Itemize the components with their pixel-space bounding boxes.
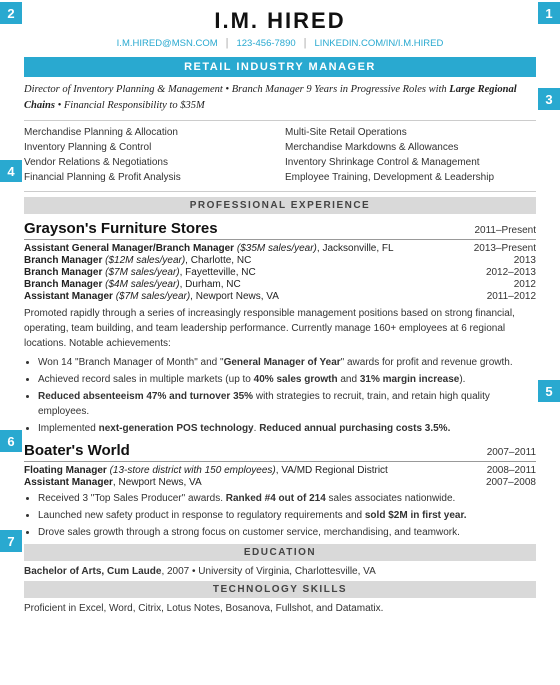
experience-section-header: PROFESSIONAL EXPERIENCE [24, 197, 536, 214]
role-title-bm2: Branch Manager ($7M sales/year), Fayette… [24, 267, 478, 278]
boaters-bullets: Received 3 "Top Sales Producer" awards. … [38, 491, 536, 540]
role-date-bm3: 2012 [514, 279, 536, 290]
role-row-agm: Assistant General Manager/Branch Manager… [24, 243, 536, 254]
side-label-7: 7 [0, 530, 22, 552]
technology-content: Proficient in Excel, Word, Citrix, Lotus… [24, 603, 536, 614]
skill-5: Vendor Relations & Negotiations [24, 156, 275, 170]
graysons-description: Promoted rapidly through a series of inc… [24, 306, 536, 351]
linkedin-link[interactable]: LINKEDIN.COM/IN/I.M.HIRED [315, 38, 444, 49]
role-title-bm3: Branch Manager ($4M sales/year), Durham,… [24, 279, 506, 290]
boaters-dates: 2007–2011 [487, 447, 536, 458]
technology-section-header: TECHNOLOGY SKILLS [24, 581, 536, 598]
bullet-g2: Achieved record sales in multiple market… [38, 372, 536, 387]
role-row-bm3: Branch Manager ($4M sales/year), Durham,… [24, 279, 536, 290]
role-date-bm2: 2012–2013 [486, 267, 536, 278]
role-title-bm1: Branch Manager ($12M sales/year), Charlo… [24, 255, 506, 266]
skill-3: Inventory Planning & Control [24, 141, 275, 155]
role-row-fm: Floating Manager (13-store district with… [24, 465, 536, 476]
job-title-bar: RETAIL INDUSTRY MANAGER [24, 57, 536, 77]
summary-section: Director of Inventory Planning & Managem… [24, 82, 536, 121]
role-row-bm2: Branch Manager ($7M sales/year), Fayette… [24, 267, 536, 278]
bullet-g3: Reduced absenteeism 47% and turnover 35%… [38, 389, 536, 419]
bullet-b2: Launched new safety product in response … [38, 508, 536, 523]
side-label-6: 6 [0, 430, 22, 452]
role-title-agm: Assistant General Manager/Branch Manager… [24, 243, 466, 254]
skill-7: Financial Planning & Profit Analysis [24, 171, 275, 185]
graysons-name: Grayson's Furniture Stores [24, 220, 218, 237]
boaters-header: Boater's World 2007–2011 [24, 442, 536, 462]
role-date-agm: 2013–Present [474, 243, 536, 254]
side-label-5: 5 [538, 380, 560, 402]
role-title-fm: Floating Manager (13-store district with… [24, 465, 479, 476]
role-title-am2: Assistant Manager, Newport News, VA [24, 477, 478, 488]
skill-8: Employee Training, Development & Leaders… [285, 171, 536, 185]
role-row-am1: Assistant Manager ($7M sales/year), Newp… [24, 291, 536, 302]
header-section: I.M. HIRED I.M.HIRED@MSN.COM | 123-456-7… [0, 0, 560, 53]
bullet-b3: Drove sales growth through a strong focu… [38, 525, 536, 540]
role-date-am2: 2007–2008 [486, 477, 536, 488]
boaters-name: Boater's World [24, 442, 130, 459]
bullet-g1: Won 14 "Branch Manager of Month" and "Ge… [38, 355, 536, 370]
contact-info: I.M.HIRED@MSN.COM | 123-456-7890 | LINKE… [24, 37, 536, 49]
skills-section: Merchandise Planning & Allocation Multi-… [24, 126, 536, 192]
role-date-fm: 2008–2011 [487, 465, 536, 476]
resume-container: 2 1 3 4 5 6 7 I.M. HIRED I.M.HIRED@MSN.C… [0, 0, 560, 614]
skill-6: Inventory Shrinkage Control & Management [285, 156, 536, 170]
sep-1: | [226, 37, 229, 49]
skill-2: Multi-Site Retail Operations [285, 126, 536, 140]
role-title-am1: Assistant Manager ($7M sales/year), Newp… [24, 291, 479, 302]
graysons-bullets: Won 14 "Branch Manager of Month" and "Ge… [38, 355, 536, 436]
company-boaters: Boater's World 2007–2011 Floating Manage… [24, 442, 536, 540]
side-label-1: 1 [538, 2, 560, 24]
side-label-2: 2 [0, 2, 22, 24]
phone-number: 123-456-7890 [236, 38, 295, 49]
education-section-header: EDUCATION [24, 544, 536, 561]
skill-4: Merchandise Markdowns & Allowances [285, 141, 536, 155]
email-link[interactable]: I.M.HIRED@MSN.COM [117, 38, 218, 49]
side-label-4: 4 [0, 160, 22, 182]
education-content: Bachelor of Arts, Cum Laude, 2007 • Univ… [24, 566, 536, 577]
sep-2: | [304, 37, 307, 49]
degree-text: Bachelor of Arts, Cum Laude, 2007 • Univ… [24, 566, 376, 577]
technology-text: Proficient in Excel, Word, Citrix, Lotus… [24, 603, 383, 614]
role-row-bm1: Branch Manager ($12M sales/year), Charlo… [24, 255, 536, 266]
graysons-header: Grayson's Furniture Stores 2011–Present [24, 220, 536, 240]
side-label-3: 3 [538, 88, 560, 110]
candidate-name: I.M. HIRED [24, 8, 536, 34]
company-graysons: Grayson's Furniture Stores 2011–Present … [24, 220, 536, 436]
role-date-am1: 2011–2012 [487, 291, 536, 302]
bullet-g4: Implemented next-generation POS technolo… [38, 421, 536, 436]
skill-1: Merchandise Planning & Allocation [24, 126, 275, 140]
role-date-bm1: 2013 [514, 255, 536, 266]
graysons-dates: 2011–Present [474, 225, 536, 236]
summary-text: Director of Inventory Planning & Managem… [24, 84, 517, 111]
bullet-b1: Received 3 "Top Sales Producer" awards. … [38, 491, 536, 506]
role-row-am2: Assistant Manager, Newport News, VA 2007… [24, 477, 536, 488]
